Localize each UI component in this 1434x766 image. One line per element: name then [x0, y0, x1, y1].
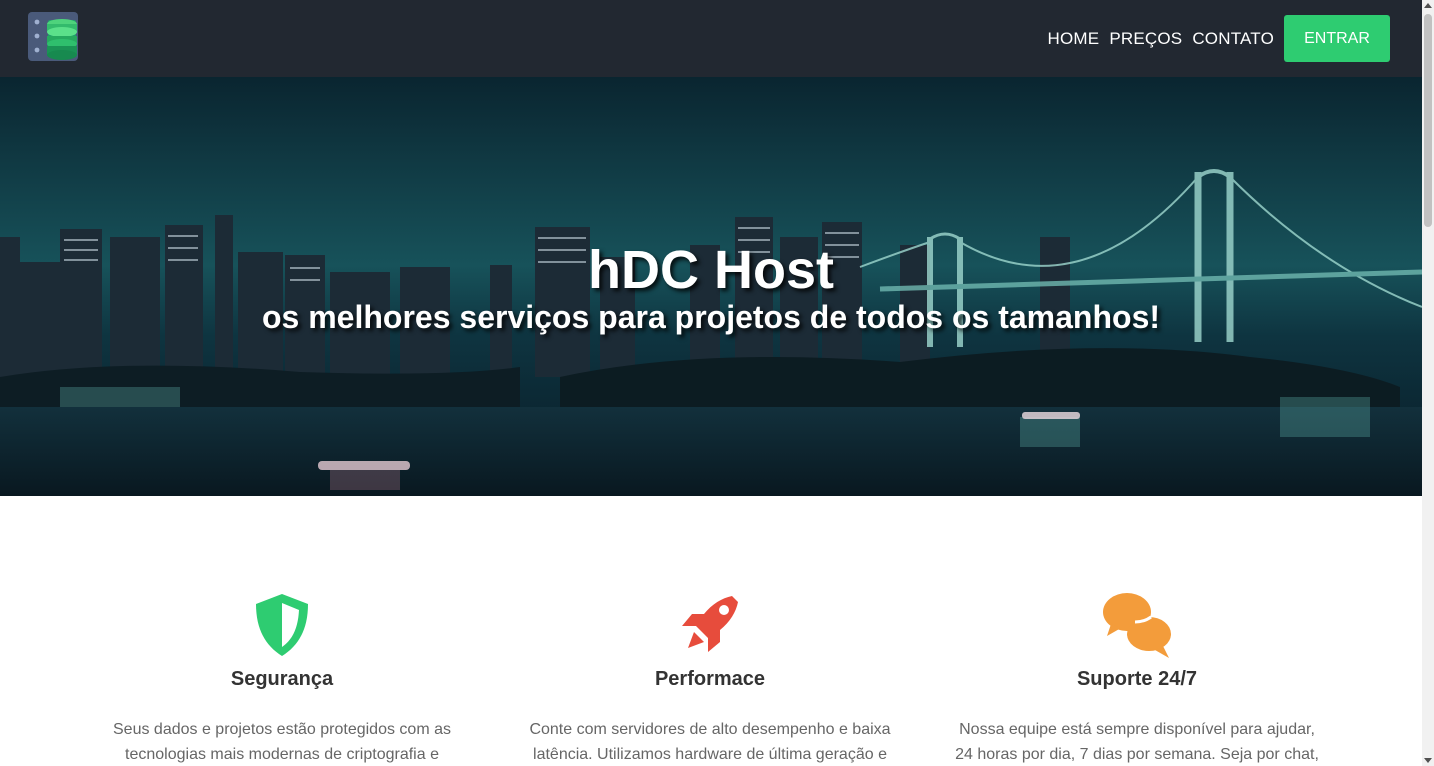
scroll-thumb[interactable]: [1424, 14, 1432, 227]
page: HOME PREÇOS CONTATO ENTRAR hDC Host os m…: [0, 0, 1422, 766]
feature-title: Segurança: [230, 668, 334, 690]
feature-title: Performace: [654, 668, 766, 690]
rocket-icon: [682, 596, 738, 652]
scroll-down-arrow-icon[interactable]: [1424, 758, 1432, 763]
hero-subtitle: os melhores serviços para projetos de to…: [261, 299, 1161, 335]
feature-description: Conte com servidores de alto desempenho …: [529, 721, 891, 763]
nav-precos-link[interactable]: PREÇOS: [1109, 29, 1182, 49]
chat-bubbles-icon: [1103, 593, 1171, 658]
shield-icon: [256, 594, 308, 656]
feature-card-suporte: Suporte 24/7 Nossa equipe está sempre di…: [942, 592, 1332, 766]
nav-home-link[interactable]: HOME: [1048, 29, 1100, 49]
feature-title: Suporte 24/7: [1076, 668, 1198, 690]
server-database-logo-icon[interactable]: [28, 12, 80, 62]
feature-description: Nossa equipe está sempre disponível para…: [955, 721, 1319, 763]
main-nav: HOME PREÇOS CONTATO ENTRAR: [1048, 0, 1423, 77]
features-section: Segurança Seus dados e projetos estão pr…: [0, 496, 1422, 766]
nav-contato-link[interactable]: CONTATO: [1192, 29, 1274, 49]
page-scrollbar[interactable]: [1422, 0, 1434, 766]
entrar-button[interactable]: ENTRAR: [1284, 15, 1390, 62]
feature-description: Seus dados e projetos estão protegidos c…: [113, 721, 451, 763]
hero-banner: hDC Host os melhores serviços para proje…: [0, 77, 1422, 496]
feature-card-performace: Performace Conte com servidores de alto …: [515, 592, 905, 766]
feature-card-seguranca: Segurança Seus dados e projetos estão pr…: [87, 592, 477, 766]
site-header: HOME PREÇOS CONTATO ENTRAR: [0, 0, 1422, 77]
scroll-up-arrow-icon[interactable]: [1424, 3, 1432, 8]
hero-title: hDC Host: [588, 240, 834, 300]
